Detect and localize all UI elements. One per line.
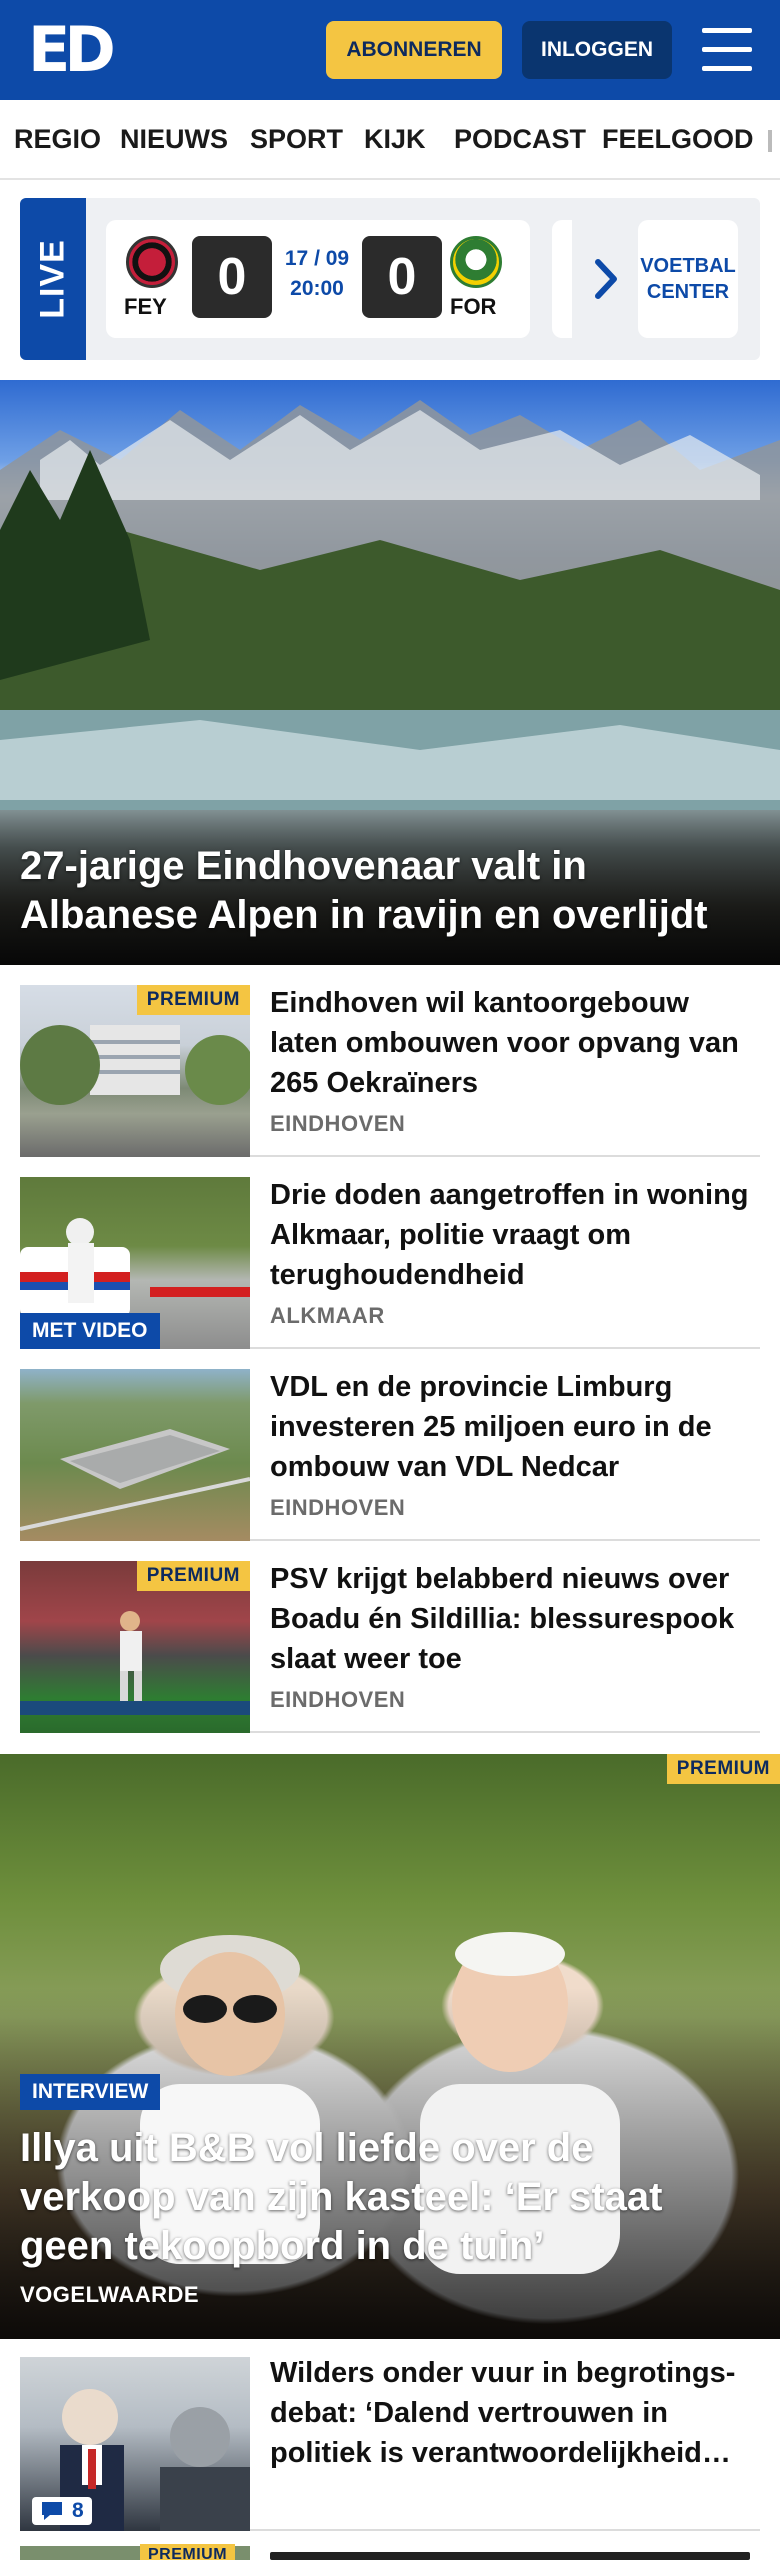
feature-article[interactable]: PREMIUM INTERVIEW Illya uit B&B vol lief… xyxy=(0,1754,780,2339)
chevron-right-icon[interactable] xyxy=(586,254,626,304)
site-logo[interactable]: ED xyxy=(28,19,118,81)
premium-badge: PREMIUM xyxy=(136,985,250,1015)
article-title[interactable]: PSV krijgt belabberd nieuws over Boadu é… xyxy=(270,1559,760,1679)
article-place: EINDHOVEN xyxy=(270,1111,406,1136)
premium-badge: PREMIUM xyxy=(136,1561,250,1591)
nav-item-podcast[interactable]: PODCAST xyxy=(454,124,586,155)
away-team-name: FOR xyxy=(450,294,497,319)
nav-item-sport[interactable]: SPORT xyxy=(250,124,343,155)
premium-badge: PREMIUM xyxy=(666,1754,780,1784)
top-header: ED ABONNEREN INLOGGEN xyxy=(0,0,780,100)
match-date: 17 / 09 xyxy=(284,247,350,270)
article-thumbnail xyxy=(20,1369,250,1541)
list-item[interactable]: VDL en de provincie Limburg investeren 2… xyxy=(20,1349,760,1541)
next-article-peek[interactable]: PREMIUM xyxy=(20,2540,760,2560)
voetbal-center-link[interactable]: VOETBAL CENTER xyxy=(638,220,738,338)
home-team-crest-icon xyxy=(126,236,178,288)
article-thumbnail: PREMIUM xyxy=(20,985,250,1157)
login-button[interactable]: INLOGGEN xyxy=(522,21,672,79)
article-thumbnail: PREMIUM xyxy=(20,1561,250,1733)
nav-item-feelgood[interactable]: FEELGOOD xyxy=(602,124,754,155)
hero-article[interactable]: 27-jarige Eindhovenaar valt in Albanese … xyxy=(0,380,780,965)
section-nav: REGIO NIEUWS SPORT KIJK PODCAST FEELGOOD xyxy=(0,100,780,180)
home-team-name: FEY xyxy=(124,294,167,319)
hero-title[interactable]: 27-jarige Eindhovenaar valt in Albanese … xyxy=(20,842,760,940)
list-item[interactable]: 8 Wilders onder vuur in begrotings-debat… xyxy=(20,2339,760,2531)
away-team-crest-icon xyxy=(450,236,502,288)
match-time: 20:00 xyxy=(290,277,344,300)
next-match-card-partial[interactable] xyxy=(552,220,572,338)
feature-title[interactable]: Illya uit B&B vol liefde over de verkoop… xyxy=(20,2124,760,2271)
list-item[interactable]: MET VIDEO Drie doden aangetroffen in won… xyxy=(20,1157,760,1349)
comment-count[interactable]: 8 xyxy=(32,2497,92,2525)
away-score: 0 xyxy=(362,236,442,318)
feature-place: VOGELWAARDE xyxy=(20,2282,200,2307)
list-item[interactable]: PREMIUM PSV krijgt belabberd nieuws over… xyxy=(20,1541,760,1733)
article-thumbnail: MET VIDEO xyxy=(20,1177,250,1349)
home-score: 0 xyxy=(192,236,272,318)
article-title[interactable]: Wilders onder vuur in begrotings-debat: … xyxy=(270,2353,760,2473)
hamburger-icon[interactable] xyxy=(702,28,752,72)
subscribe-button[interactable]: ABONNEREN xyxy=(326,21,502,79)
nav-item-nieuws[interactable]: NIEUWS xyxy=(120,124,228,155)
nav-item-regio[interactable]: REGIO xyxy=(14,124,101,155)
list-item[interactable]: PREMIUM Eindhoven wil kantoorgebouw late… xyxy=(20,965,760,1157)
interview-badge: INTERVIEW xyxy=(20,2074,161,2110)
article-title[interactable]: VDL en de provincie Limburg investeren 2… xyxy=(270,1367,760,1487)
article-title[interactable]: Drie doden aangetroffen in woning Alkmaa… xyxy=(270,1175,760,1295)
live-scores-strip: LIVE FEY 0 17 / 09 20:00 0 FOR VOETBAL C… xyxy=(20,198,760,360)
article-place: EINDHOVEN xyxy=(270,1495,406,1520)
article-thumbnail: 8 xyxy=(20,2357,250,2531)
comment-icon xyxy=(42,2502,62,2520)
article-title[interactable]: Eindhoven wil kantoorgebouw laten ombouw… xyxy=(270,983,760,1103)
live-label: LIVE xyxy=(20,198,86,360)
comment-count-value: 8 xyxy=(72,2499,84,2522)
video-badge: MET VIDEO xyxy=(20,1313,160,1349)
premium-badge: PREMIUM xyxy=(140,2544,236,2560)
nav-item-kijk[interactable]: KIJK xyxy=(364,124,426,155)
article-place: EINDHOVEN xyxy=(270,1687,406,1712)
article-place: ALKMAAR xyxy=(270,1303,385,1328)
nav-overflow-hint xyxy=(768,130,772,152)
article-title-cutoff xyxy=(270,2552,750,2560)
match-datetime: 17 / 09 20:00 xyxy=(276,244,358,304)
match-card[interactable]: FEY 0 17 / 09 20:00 0 FOR xyxy=(106,220,530,338)
